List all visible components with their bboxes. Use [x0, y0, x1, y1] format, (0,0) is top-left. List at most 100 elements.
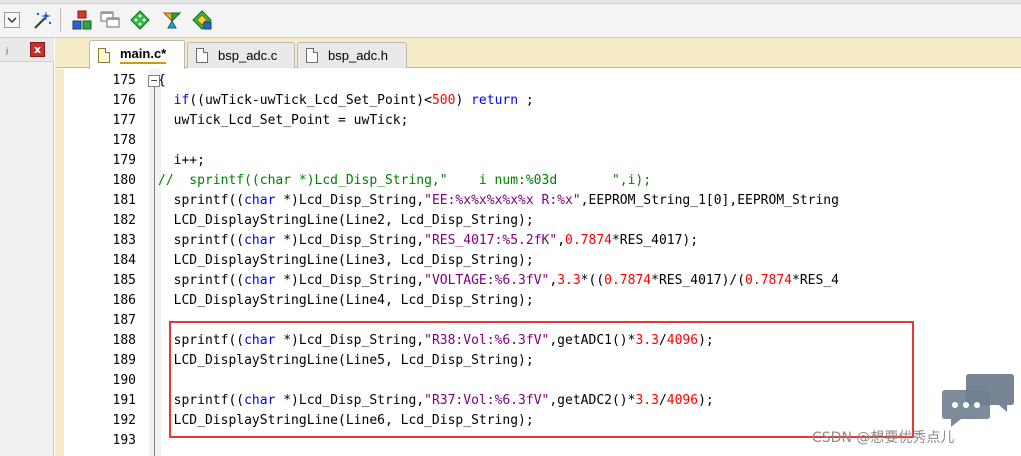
line-number: 185	[112, 273, 136, 288]
code-token-op: ,	[549, 273, 558, 288]
tab-label: bsp_adc.h	[328, 48, 388, 63]
code-token-cmt: // sprintf((char *)Lcd_Disp_String," i n…	[158, 173, 652, 188]
code-token-op: LCD_DisplayStringLine(Line2, Lcd_Disp_St…	[158, 213, 534, 228]
line-number: 177	[112, 113, 136, 128]
code-text: LCD_DisplayStringLine(Line4, Lcd_Disp_St…	[158, 291, 534, 311]
c-file-icon	[98, 47, 110, 63]
line-number: 188	[112, 333, 136, 348]
code-line[interactable]: 178	[55, 131, 1021, 151]
project-panel-header: ⱼ x	[0, 38, 54, 62]
code-token-str: "RES_4017:%5.2fK"	[424, 233, 558, 248]
h-file-icon	[306, 48, 318, 63]
line-number: 189	[112, 353, 136, 368]
tab-bsp-adc-c[interactable]: bsp_adc.c	[187, 42, 295, 68]
code-token-kw: if	[173, 93, 190, 108]
code-line[interactable]: 175 {	[55, 71, 1021, 91]
line-number: 193	[112, 433, 136, 448]
line-number: 178	[112, 133, 136, 148]
code-token-op: ,	[557, 233, 566, 248]
close-panel-button[interactable]: x	[30, 42, 45, 57]
build-target-icon[interactable]	[70, 8, 94, 32]
magic-wand-icon[interactable]	[30, 8, 54, 32]
line-number: 179	[112, 153, 136, 168]
line-number: 192	[112, 413, 136, 428]
code-text: LCD_DisplayStringLine(Line2, Lcd_Disp_St…	[158, 211, 534, 231]
code-line[interactable]: 181 sprintf((char *)Lcd_Disp_String,"EE:…	[55, 191, 1021, 211]
code-line[interactable]: 185 sprintf((char *)Lcd_Disp_String,"VOL…	[55, 271, 1021, 291]
code-token-num: 0.7874	[604, 273, 652, 288]
line-number: 184	[112, 253, 136, 268]
code-line[interactable]: 184 LCD_DisplayStringLine(Line3, Lcd_Dis…	[55, 251, 1021, 271]
project-panel: ⱼ x	[0, 38, 54, 456]
line-number: 183	[112, 233, 136, 248]
code-token-num: 3.3	[557, 273, 581, 288]
code-token-op: *((	[580, 273, 605, 288]
code-token-kw: char	[244, 273, 276, 288]
line-number: 186	[112, 293, 136, 308]
code-token-str: "EE:%x%x%x%x%x R:%x"	[424, 193, 581, 208]
line-number: 176	[112, 93, 136, 108]
line-number: 190	[112, 373, 136, 388]
green-diamond-icon[interactable]	[128, 8, 152, 32]
code-token-kw: char	[244, 193, 276, 208]
code-line[interactable]: 179 i++;	[55, 151, 1021, 171]
tab-main-c[interactable]: main.c*	[89, 40, 185, 69]
code-text: sprintf((char *)Lcd_Disp_String,"RES_401…	[158, 231, 698, 251]
code-token-op: *)Lcd_Disp_String,	[275, 233, 425, 248]
editor-tab-strip: main.c* bsp_adc.c bsp_adc.h	[55, 38, 1021, 69]
toolbar-top-edge	[0, 0, 1021, 4]
code-text: LCD_DisplayStringLine(Line3, Lcd_Disp_St…	[158, 251, 534, 271]
code-token-op: sprintf((	[158, 273, 245, 288]
toolbar-separator	[60, 8, 61, 32]
code-token-op: LCD_DisplayStringLine(Line4, Lcd_Disp_St…	[158, 293, 534, 308]
line-number: 181	[112, 193, 136, 208]
tab-label: bsp_adc.c	[218, 48, 278, 63]
dropdown-arrow-icon[interactable]	[2, 8, 22, 32]
tab-bsp-adc-h[interactable]: bsp_adc.h	[297, 42, 407, 68]
code-token-num: 0.7874	[745, 273, 793, 288]
line-number: 187	[112, 313, 136, 328]
code-text: sprintf((char *)Lcd_Disp_String,"VOLTAGE…	[158, 271, 839, 291]
code-text: {	[158, 71, 166, 91]
code-token-str: "VOLTAGE:%6.3fV"	[424, 273, 550, 288]
code-token-op: ((uwTick-uwTick_Lcd_Set_Point)<	[189, 93, 432, 108]
code-line[interactable]: 180 // sprintf((char *)Lcd_Disp_String," …	[55, 171, 1021, 191]
code-line[interactable]: 177 uwTick_Lcd_Set_Point = uwTick;	[55, 111, 1021, 131]
tab-label: main.c*	[120, 46, 167, 64]
code-line[interactable]: 186 LCD_DisplayStringLine(Line4, Lcd_Dis…	[55, 291, 1021, 311]
code-token-op: *)Lcd_Disp_String,	[275, 273, 425, 288]
code-token-op: )	[455, 93, 472, 108]
code-line[interactable]: 176 if((uwTick-uwTick_Lcd_Set_Point)<500…	[55, 91, 1021, 111]
manage-components-icon[interactable]	[160, 8, 184, 32]
code-line[interactable]: 182 LCD_DisplayStringLine(Line2, Lcd_Dis…	[55, 211, 1021, 231]
line-number: 182	[112, 213, 136, 228]
code-token-op: uwTick_Lcd_Set_Point = uwTick;	[158, 113, 409, 128]
code-token-kw: return	[471, 93, 519, 108]
highlight-annotation-box	[169, 321, 914, 438]
windows-icon[interactable]	[98, 8, 122, 32]
chat-bubble-icon	[941, 372, 1015, 428]
code-token-op	[158, 93, 174, 108]
code-token-op: ;	[518, 93, 534, 108]
select-software-packs-icon[interactable]	[190, 8, 214, 32]
code-token-op: sprintf((	[158, 193, 245, 208]
watermark-text: CSDN @想要优秀点儿	[812, 430, 955, 446]
code-token-op: {	[158, 73, 166, 88]
code-text: sprintf((char *)Lcd_Disp_String,"EE:%x%x…	[158, 191, 839, 211]
code-token-op: *RES_4017);	[611, 233, 699, 248]
code-token-op: i++;	[158, 153, 205, 168]
code-token-op: ,EEPROM_String_1[0],EEPROM_String	[580, 193, 839, 208]
pin-icon[interactable]: ⱼ	[6, 42, 8, 56]
line-number: 175	[112, 73, 136, 88]
code-token-op: *RES_4	[792, 273, 839, 288]
toolbar	[0, 0, 1021, 38]
code-text: uwTick_Lcd_Set_Point = uwTick;	[158, 111, 409, 131]
code-line[interactable]: 183 sprintf((char *)Lcd_Disp_String,"RES…	[55, 231, 1021, 251]
code-token-op: *RES_4017)/(	[651, 273, 746, 288]
code-token-num: 0.7874	[565, 233, 612, 248]
code-text: i++;	[158, 151, 205, 171]
code-text: if((uwTick-uwTick_Lcd_Set_Point)<500) re…	[158, 91, 534, 111]
c-file-icon	[196, 48, 208, 63]
line-number: 180	[112, 173, 136, 188]
code-token-op: *)Lcd_Disp_String,	[275, 193, 425, 208]
